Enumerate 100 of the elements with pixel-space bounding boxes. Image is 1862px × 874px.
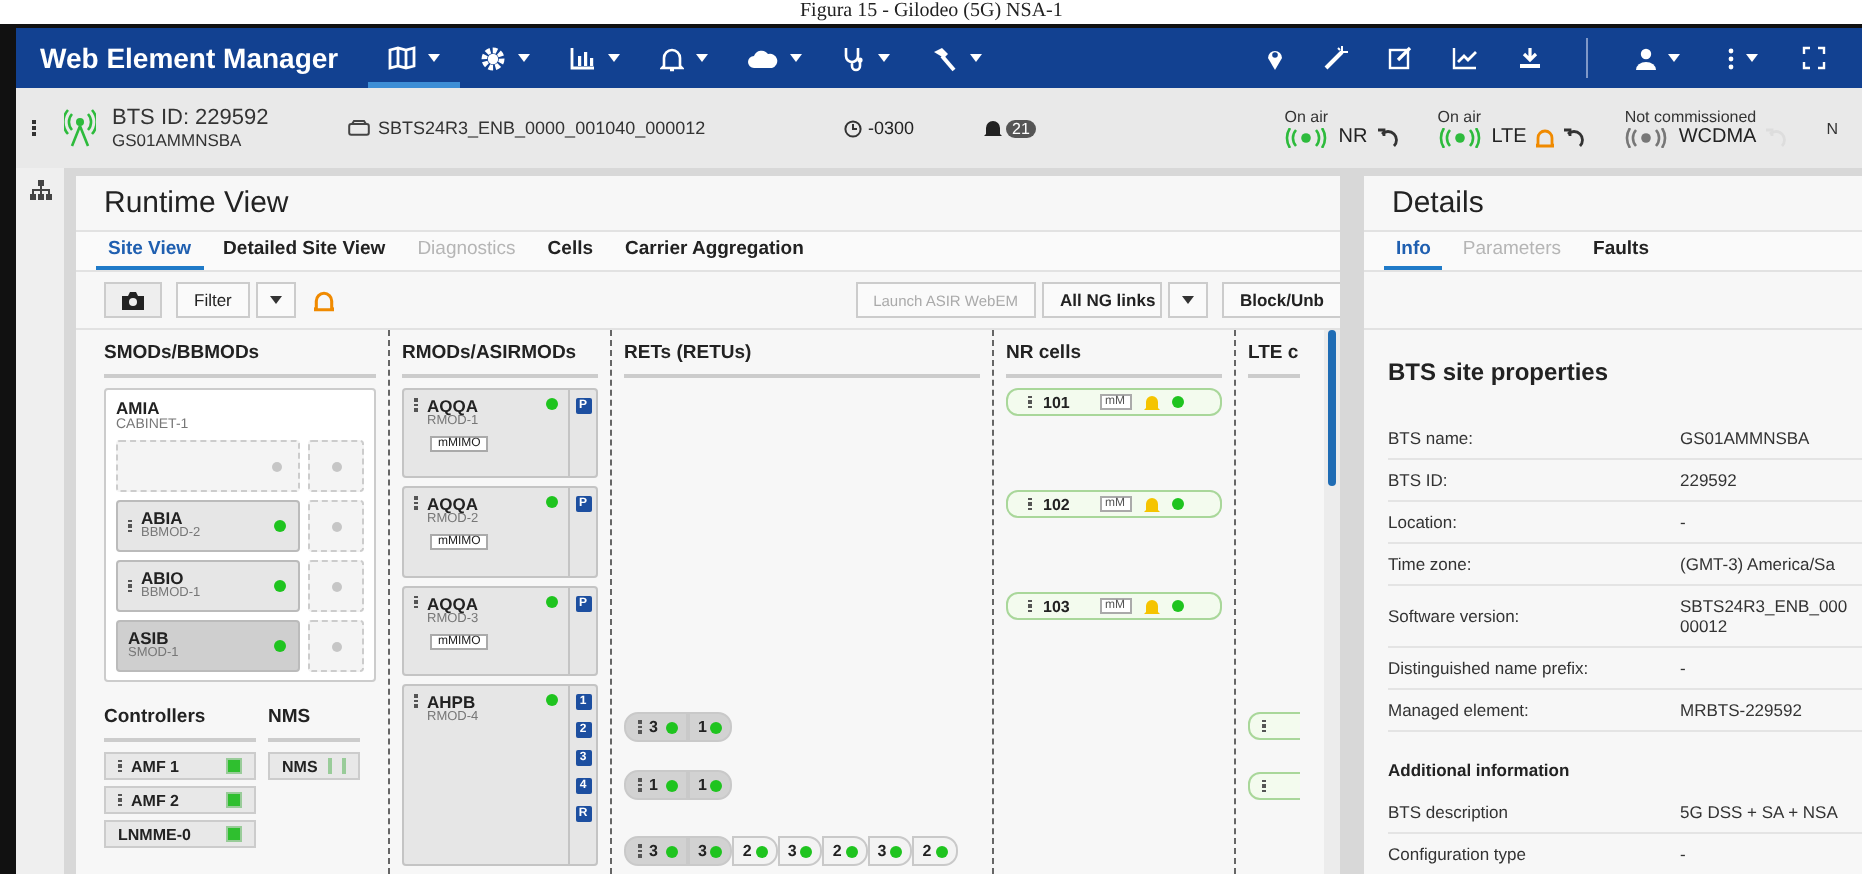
property-value: 5G DSS + SA + NSA [1680, 802, 1840, 822]
antenna-icon [64, 108, 96, 148]
link-status-icon [226, 792, 242, 808]
status-dot [274, 640, 286, 652]
controller-chip[interactable]: AMF 1 [104, 752, 256, 780]
filter-dropdown-button[interactable] [255, 282, 296, 318]
controller-chip[interactable]: LNMME-0 [104, 820, 256, 848]
caret-icon [269, 296, 282, 304]
ret-value: 3 [697, 842, 707, 860]
technology-status: On air [1437, 108, 1484, 126]
status-dot [331, 521, 341, 531]
property-value: GS01AMMNSBA [1680, 428, 1812, 448]
technology-name: NR [1338, 126, 1368, 148]
tab[interactable]: Cells [535, 232, 606, 270]
property-value: 229592 [1680, 470, 1739, 490]
ret-segment[interactable]: 2 [732, 836, 778, 866]
status-dot [546, 595, 558, 608]
bell-icon [1143, 495, 1159, 513]
column-header: RETs (RETUs) [624, 338, 980, 378]
ret-segment[interactable]: 1 [687, 770, 733, 800]
clock-icon [844, 119, 862, 137]
ret-value: 1 [697, 718, 707, 736]
ret-segment[interactable]: 1 [687, 712, 733, 742]
module-name: AQQA [427, 595, 480, 614]
pin-icon [1266, 46, 1284, 70]
reset-icon[interactable] [1377, 127, 1398, 147]
tab[interactable]: Detailed Site View [211, 232, 398, 270]
status-dot [665, 721, 678, 733]
drive-icon [348, 120, 370, 136]
ret-segment[interactable]: 3 [624, 712, 688, 742]
caret-icon [790, 54, 802, 62]
status-dot [274, 580, 286, 592]
tab[interactable]: Carrier Aggregation [613, 232, 816, 270]
status-dot [710, 779, 723, 791]
status-dot [331, 641, 341, 651]
kebab-icon [1728, 47, 1734, 69]
status-dot [845, 845, 858, 857]
bts-name: GS01AMMNSBA [112, 130, 244, 150]
camera-icon [122, 291, 144, 309]
nms-chip[interactable]: NMS [268, 752, 360, 780]
property-value: SBTS24R3_ENB_000 [1680, 596, 1850, 616]
reset-icon[interactable] [1564, 127, 1585, 147]
property-label: BTS ID: [1388, 460, 1680, 502]
ret-segment[interactable]: 3 [624, 836, 688, 866]
links-dropdown-button[interactable] [1167, 282, 1208, 318]
module-name: AHPB [427, 694, 476, 713]
property-label: Managed element: [1388, 690, 1680, 732]
ret-value: 3 [649, 718, 658, 736]
edit-icon [1388, 46, 1412, 70]
nms-name: NMS [282, 757, 318, 775]
status-dot [1171, 600, 1183, 612]
section-title: Additional information [1388, 758, 1572, 784]
block-button[interactable]: Block/Unb [1221, 282, 1340, 318]
cell-id: 102 [1043, 495, 1072, 513]
status-dot [665, 845, 678, 857]
technology-name: WCDMA [1678, 126, 1757, 148]
column-header: RMODs/ASIRMODs [402, 338, 598, 378]
links-dropdown[interactable]: All NG links [1041, 282, 1162, 318]
caret-icon [696, 54, 708, 62]
tab[interactable]: Info [1384, 232, 1443, 270]
scrollbar-thumb[interactable] [1328, 330, 1336, 486]
filter-button[interactable]: Filter [176, 282, 250, 318]
status-dot [274, 520, 286, 532]
cloud-icon [748, 47, 778, 69]
stethoscope-icon [842, 45, 866, 71]
ret-value: 1 [697, 776, 707, 794]
ret-segment[interactable]: 1 [624, 770, 688, 800]
gear-icon [480, 45, 506, 71]
property-value: (GMT-3) America/Sa [1680, 554, 1837, 574]
property-label: Time zone: [1388, 544, 1680, 586]
ret-segment[interactable]: 2 [822, 836, 868, 866]
ret-value: 2 [922, 842, 932, 860]
ret-segment[interactable]: 3 [867, 836, 913, 866]
caret-icon [1746, 54, 1758, 62]
technology-status: Not commissioned [1624, 108, 1759, 126]
ret-segment[interactable]: 2 [912, 836, 958, 866]
ret-value: 2 [832, 842, 842, 860]
download-icon [1518, 46, 1542, 70]
status-dot [1171, 396, 1183, 408]
hierarchy-icon[interactable] [29, 180, 51, 200]
ret-segment[interactable]: 3 [687, 836, 733, 866]
property-value: - [1680, 512, 1688, 532]
property-value: 00012 [1680, 616, 1730, 636]
column-header: NR cells [1006, 338, 1222, 378]
controller-name: AMF 2 [131, 791, 181, 809]
controller-chip[interactable]: AMF 2 [104, 786, 256, 814]
tab[interactable]: Faults [1581, 232, 1662, 270]
module-name: ABIA [141, 510, 183, 529]
property-value: - [1680, 844, 1688, 864]
technology-name: LTE [1491, 126, 1527, 148]
status-dot [935, 845, 948, 857]
status-dot [665, 779, 678, 791]
snapshot-button[interactable] [104, 282, 162, 318]
app-title: Web Element Manager [40, 42, 341, 74]
hammer-icon [930, 45, 958, 71]
ret-segment[interactable]: 3 [777, 836, 823, 866]
tab[interactable]: Site View [96, 232, 204, 270]
status-dot [890, 845, 903, 857]
wand-icon [1324, 46, 1348, 70]
status-dot [710, 845, 723, 857]
